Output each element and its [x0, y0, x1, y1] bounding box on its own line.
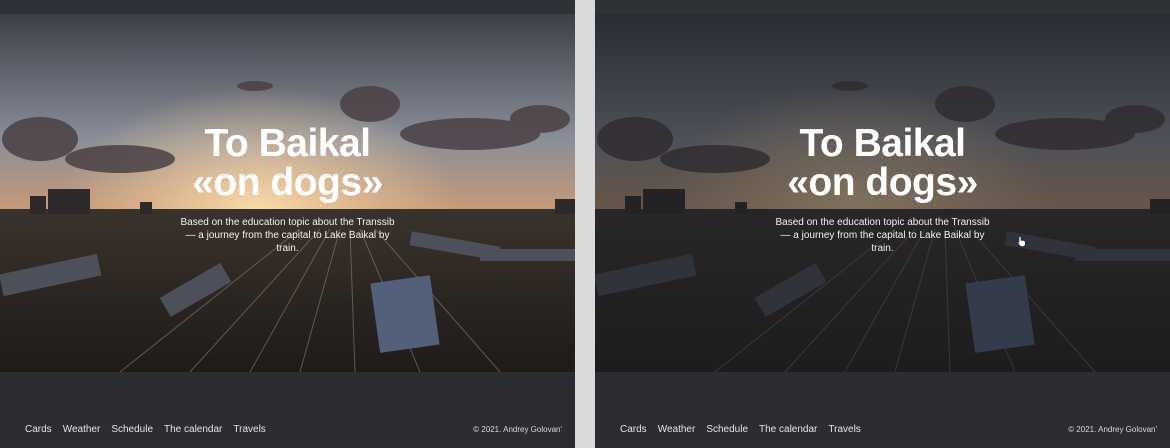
hero-title-line-2: «on dogs»: [787, 161, 978, 204]
pointer-hand-icon: [1017, 236, 1026, 247]
hero-title-line-1: To Baikal: [799, 122, 967, 165]
hero-title-line-1: To Baikal: [204, 122, 372, 165]
copyright: © 2021. Andrey Golovan': [473, 425, 562, 434]
footer-link-schedule[interactable]: Schedule: [111, 424, 153, 435]
footer-link-calendar[interactable]: The calendar: [759, 424, 817, 435]
footer-link-cards[interactable]: Cards: [620, 424, 647, 435]
hero-title-line-2: «on dogs»: [192, 161, 383, 204]
footer-link-calendar[interactable]: The calendar: [164, 424, 222, 435]
footer-nav: Cards Weather Schedule The calendar Travels: [25, 424, 277, 435]
footer-link-weather[interactable]: Weather: [658, 424, 696, 435]
footer-link-weather[interactable]: Weather: [63, 424, 101, 435]
hero-subtitle: Based on the education topic about the T…: [180, 217, 395, 254]
footer: Cards Weather Schedule The calendar Travels …: [595, 372, 1170, 448]
copyright: © 2021. Andrey Golovan': [1068, 425, 1157, 434]
top-bar: [595, 0, 1170, 14]
footer-link-travels[interactable]: Travels: [828, 424, 860, 435]
footer-nav: Cards Weather Schedule The calendar Travels: [620, 424, 872, 435]
hero-section[interactable]: To Baikal «on dogs» Based on the educati…: [595, 14, 1170, 372]
hero-title: To Baikal «on dogs»: [0, 124, 575, 202]
page-preview-hover: To Baikal «on dogs» Based on the educati…: [595, 0, 1170, 448]
hero-section: To Baikal «on dogs» Based on the educati…: [0, 14, 575, 372]
footer-link-cards[interactable]: Cards: [25, 424, 52, 435]
hero-subtitle: Based on the education topic about the T…: [775, 217, 990, 254]
footer-link-travels[interactable]: Travels: [233, 424, 265, 435]
hero-title: To Baikal «on dogs»: [595, 124, 1170, 202]
page-preview-default: To Baikal «on dogs» Based on the educati…: [0, 0, 575, 448]
top-bar: [0, 0, 575, 14]
footer-link-schedule[interactable]: Schedule: [706, 424, 748, 435]
footer: Cards Weather Schedule The calendar Travels …: [0, 372, 575, 448]
